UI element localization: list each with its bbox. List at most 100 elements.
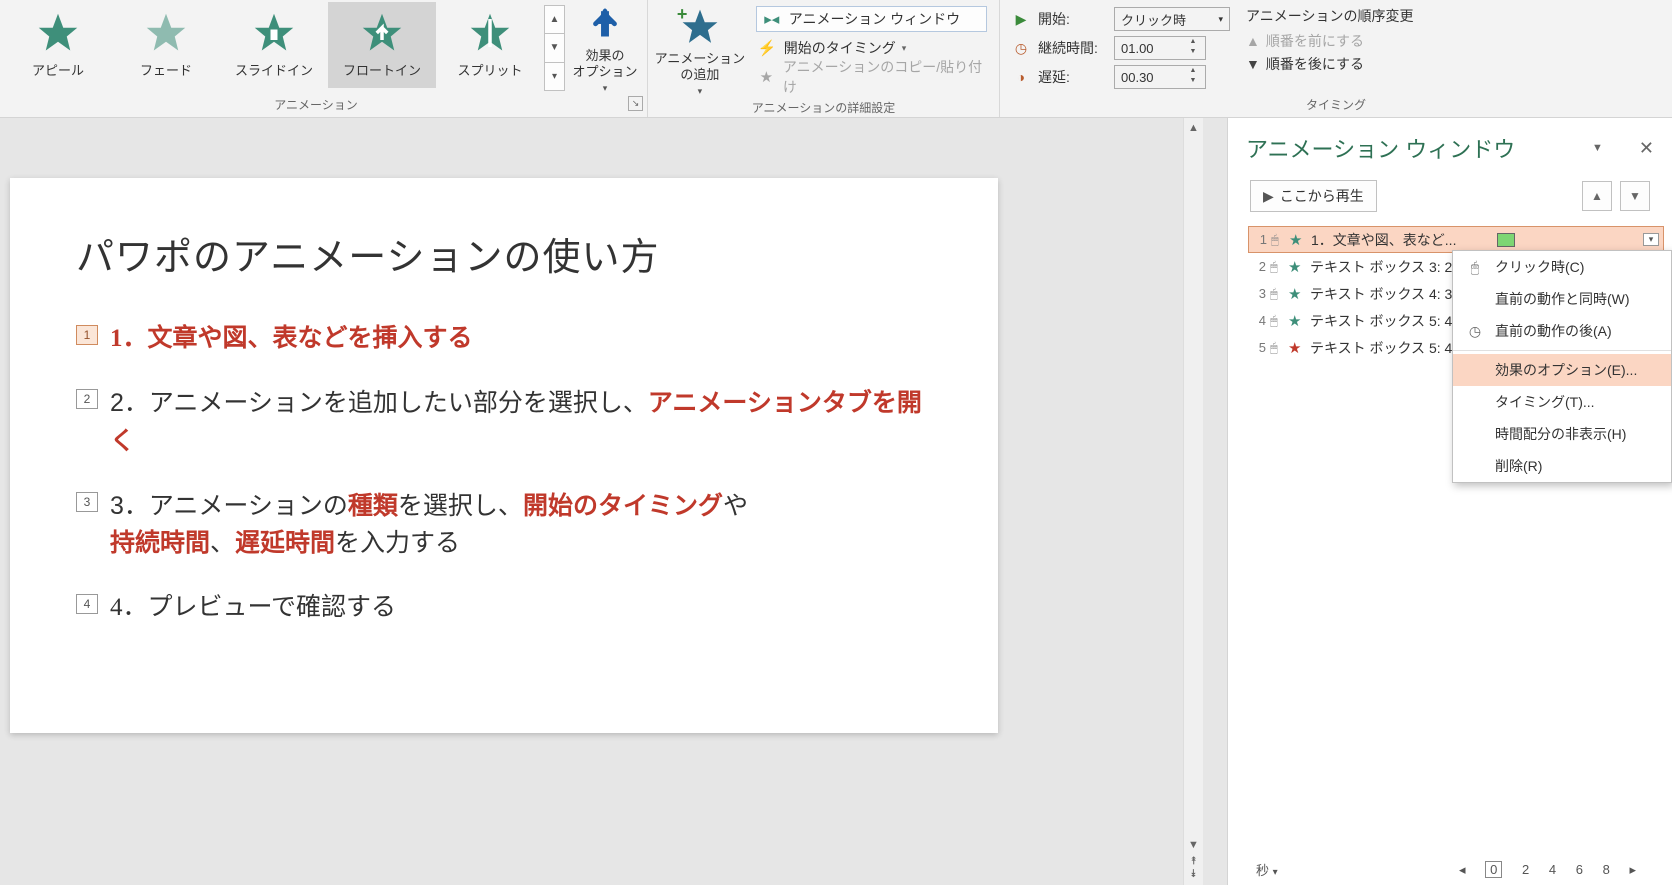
move-later[interactable]: ▼ 順番を後にする (1246, 54, 1413, 74)
slide-scrollbar[interactable]: ▲ ▼ ⯭ ⯯ (1183, 118, 1203, 885)
move-up-button[interactable]: ▲ (1582, 181, 1612, 211)
context-menu: 🖱クリック時(C) 直前の動作と同時(W) ◷直前の動作の後(A) 効果のオプシ… (1452, 250, 1672, 483)
pane-menu-caret[interactable]: ▼ (1592, 142, 1603, 154)
spinner[interactable]: ▲▼ (1187, 67, 1199, 87)
next-slide-icon[interactable]: ⯯ (1190, 868, 1197, 881)
ribbon: アピール フェード スライドイン フロートイン スプリット (0, 0, 1672, 118)
gallery-scroll: ▲ ▼ ▾ (544, 5, 565, 91)
caret-icon: ▾ (603, 83, 608, 94)
slide-title: パワポのアニメーションの使い方 (76, 226, 932, 281)
mouse-icon: 🖱 (1270, 286, 1284, 302)
caret-icon[interactable]: ▾ (1273, 867, 1278, 878)
gallery-up[interactable]: ▲ (545, 6, 564, 34)
menu-timing[interactable]: タイミング(T)... (1453, 386, 1671, 418)
duration-row: ◷ 継続時間: 01.00 ▲▼ (1012, 35, 1230, 61)
anim-label: フロートイン (343, 60, 421, 79)
bullet-4: 4 4．プレビューで確認する (76, 590, 932, 626)
effect-options-label: 効果の オプション (572, 48, 637, 81)
menu-hide-timeline[interactable]: 時間配分の非表示(H) (1453, 418, 1671, 450)
tick-left[interactable]: ◂ (1459, 862, 1466, 877)
menu-after-previous[interactable]: ◷直前の動作の後(A) (1453, 315, 1671, 347)
pane-label: アニメーション ウィンドウ (789, 9, 960, 29)
delay-value: 00.30 (1121, 70, 1154, 85)
start-label: 開始: (1038, 9, 1106, 29)
play-icon: ▶ (1263, 188, 1274, 205)
earlier-label: 順番を前にする (1266, 31, 1364, 51)
tick-right[interactable]: ▸ (1629, 862, 1636, 877)
anim-list-item[interactable]: 1 🖱 ★ 1．文章や図、表など... ▾ (1248, 226, 1664, 253)
menu-effect-options[interactable]: 効果のオプション(E)... (1453, 354, 1671, 386)
separator (1453, 350, 1671, 351)
star-icon: ★ (1288, 258, 1306, 276)
anim-tag[interactable]: 1 (76, 325, 98, 345)
menu-on-click[interactable]: 🖱クリック時(C) (1453, 251, 1671, 283)
effect-options-button[interactable]: 効果の オプション ▾ (567, 2, 643, 94)
dialog-launcher[interactable]: ↘ (628, 96, 643, 111)
caret-icon: ▾ (698, 86, 703, 97)
down-icon: ▼ (1246, 56, 1260, 72)
prev-slide-icon[interactable]: ⯭ (1190, 855, 1197, 868)
start-row: ▶ 開始: クリック時▾ (1012, 6, 1230, 32)
group-label-timing: タイミング (1306, 98, 1366, 112)
play-label: ここから再生 (1280, 186, 1364, 206)
animation-pane: アニメーション ウィンドウ ▼ ✕ ▶ ここから再生 ▲ ▼ 1 🖱 ★ 1．文… (1227, 118, 1672, 885)
timeline-bar (1497, 233, 1515, 247)
bullet-text: 4．プレビューで確認する (110, 590, 396, 626)
clock-icon: ◷ (1465, 323, 1485, 340)
duration-input[interactable]: 01.00 ▲▼ (1114, 36, 1206, 60)
anim-floatin[interactable]: フロートイン (328, 2, 436, 88)
caret-icon: ▾ (902, 43, 907, 54)
delay-row: ◑ 遅延: 00.30 ▲▼ (1012, 64, 1230, 90)
mouse-icon: 🖱 (1465, 259, 1485, 276)
item-dropdown[interactable]: ▾ (1643, 233, 1659, 246)
delay-icon: ◑ (1012, 69, 1030, 85)
anim-tag[interactable]: 3 (76, 492, 98, 512)
detail-column: ▸◂ アニメーション ウィンドウ ⚡ 開始のタイミング ▾ ★ アニメーションの… (748, 2, 995, 97)
animation-painter: ★ アニメーションのコピー/貼り付け (756, 64, 987, 90)
timeline-ticks: ◂ 0 2 4 6 8 ▸ (1451, 862, 1644, 878)
mouse-icon: 🖱 (1270, 259, 1284, 275)
play-from-button[interactable]: ▶ ここから再生 (1250, 180, 1377, 212)
menu-remove[interactable]: 削除(R) (1453, 450, 1671, 482)
later-label: 順番を後にする (1266, 54, 1364, 74)
move-down-button[interactable]: ▼ (1620, 181, 1650, 211)
animation-pane-toggle[interactable]: ▸◂ アニメーション ウィンドウ (756, 6, 987, 32)
anim-tag[interactable]: 4 (76, 594, 98, 614)
scroll-up-icon[interactable]: ▲ (1188, 122, 1199, 134)
anim-slidein[interactable]: スライドイン (220, 2, 328, 88)
gallery-more[interactable]: ▾ (545, 63, 564, 90)
delay-input[interactable]: 00.30 ▲▼ (1114, 65, 1206, 89)
menu-with-previous[interactable]: 直前の動作と同時(W) (1453, 283, 1671, 315)
bullet-1: 1 1．文章や図、表などを挿入する (76, 321, 932, 357)
group-label-animation: アニメーション (274, 98, 358, 112)
gallery-down[interactable]: ▼ (545, 34, 564, 62)
group-animation: アピール フェード スライドイン フロートイン スプリット (0, 0, 648, 117)
slide[interactable]: パワポのアニメーションの使い方 1 1．文章や図、表などを挿入する 2 2．アニ… (10, 178, 998, 733)
anim-fade[interactable]: フェード (112, 2, 220, 88)
pane-splitter[interactable] (1203, 118, 1227, 885)
add-animation-button[interactable]: + アニメーション の追加 ▾ (652, 2, 748, 97)
start-dropdown[interactable]: クリック時▾ (1114, 7, 1230, 31)
bullet-text: 1．文章や図、表などを挿入する (110, 321, 473, 357)
star-icon: ★ (1289, 231, 1307, 249)
animation-list: 1 🖱 ★ 1．文章や図、表など... ▾ 2 🖱 ★ テキスト ボックス 3:… (1228, 226, 1672, 361)
reorder-column: アニメーションの順序変更 ▲順番を前にする ▼順番を後にする (1238, 2, 1421, 94)
move-earlier: ▲ 順番を前にする (1246, 31, 1413, 51)
group-detail: + アニメーション の追加 ▾ ▸◂ アニメーション ウィンドウ ⚡ 開始のタイ… (648, 0, 1000, 117)
duration-label: 継続時間: (1038, 38, 1106, 58)
up-icon: ▲ (1246, 33, 1260, 49)
group-timing: ▶ 開始: クリック時▾ ◷ 継続時間: 01.00 ▲▼ ◑ 遅延 (1000, 0, 1672, 117)
anim-appear[interactable]: アピール (4, 2, 112, 88)
anim-tag[interactable]: 2 (76, 389, 98, 409)
slide-area: パワポのアニメーションの使い方 1 1．文章や図、表などを挿入する 2 2．アニ… (0, 118, 1183, 885)
anim-split[interactable]: スプリット (436, 2, 544, 88)
close-pane-icon[interactable]: ✕ (1639, 138, 1654, 159)
painter-icon: ★ (756, 68, 777, 86)
animation-gallery: アピール フェード スライドイン フロートイン スプリット (4, 2, 544, 94)
star-icon: ★ (1288, 285, 1306, 303)
spinner[interactable]: ▲▼ (1187, 38, 1199, 58)
main-area: パワポのアニメーションの使い方 1 1．文章や図、表などを挿入する 2 2．アニ… (0, 118, 1672, 885)
scroll-down-icon[interactable]: ▼ (1188, 839, 1199, 851)
mouse-icon: 🖱 (1270, 340, 1284, 356)
trigger-label: 開始のタイミング (784, 38, 896, 58)
